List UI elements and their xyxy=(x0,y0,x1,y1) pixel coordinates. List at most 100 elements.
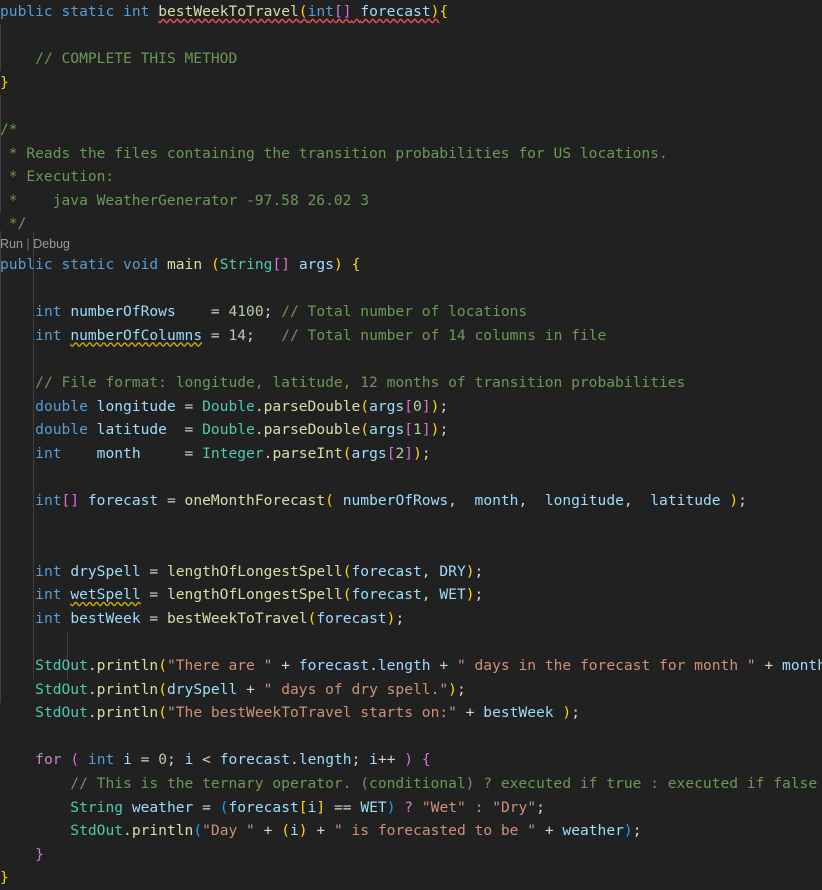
token-const-dry: DRY xyxy=(439,562,466,580)
code-line-6[interactable]: /* xyxy=(0,118,822,142)
code-line-14[interactable]: int numberOfColumns = 14; // Total numbe… xyxy=(0,324,822,348)
code-line-21[interactable]: int[] forecast = oneMonthForecast( numbe… xyxy=(0,489,822,513)
code-line-27[interactable] xyxy=(0,630,822,654)
code-line-28[interactable]: StdOut.println("There are " + forecast.l… xyxy=(0,654,822,678)
code-line-36[interactable]: } xyxy=(0,843,822,867)
code-line-34[interactable]: String weather = (forecast[i] == WET) ? … xyxy=(0,796,822,820)
code-line-8[interactable]: * Execution: xyxy=(0,165,822,189)
code-line-2[interactable] xyxy=(0,24,822,48)
token-paren-open: ( xyxy=(210,255,220,273)
token-comment-block-java: * java WeatherGenerator -97.58 26.02 3 xyxy=(0,191,370,209)
code-line-9[interactable]: * java WeatherGenerator -97.58 26.02 3 xyxy=(0,189,822,213)
token-bracket-close: ] xyxy=(316,798,326,816)
code-line-22[interactable] xyxy=(0,512,822,536)
token-bracket-open: [] xyxy=(333,3,352,20)
token-var-weather: weather xyxy=(562,822,624,840)
token-dot: . xyxy=(87,704,97,722)
code-line-17[interactable]: double longitude = Double.parseDouble(ar… xyxy=(0,395,822,419)
code-line-33[interactable]: // This is the ternary operator. (condit… xyxy=(0,772,822,796)
token-var-wetspell: wetSpell xyxy=(70,586,141,604)
token-keyword-int: int xyxy=(307,3,334,20)
codelens-bar[interactable]: Run | Debug xyxy=(0,236,822,253)
token-dot: . xyxy=(123,822,132,840)
token-prop-length: length xyxy=(298,751,352,769)
codelens-run-link[interactable]: Run xyxy=(0,237,23,251)
code-line-23[interactable] xyxy=(0,536,822,560)
code-line-3[interactable]: // COMPLETE THIS METHOD xyxy=(0,47,822,71)
code-editor[interactable]: public static int bestWeekToTravel(int[]… xyxy=(0,0,822,886)
token-space: = xyxy=(140,586,167,604)
token-class-stdout: StdOut xyxy=(70,822,124,840)
token-comment-block-close: */ xyxy=(0,215,27,233)
token-ternary-question: ? xyxy=(404,798,414,816)
token-method-main: main xyxy=(166,255,203,273)
code-line-20[interactable] xyxy=(0,465,822,489)
code-line-16[interactable]: // File format: longitude, latitude, 12 … xyxy=(0,371,822,395)
code-line-18[interactable]: double latitude = Double.parseDouble(arg… xyxy=(0,418,822,442)
code-line-5[interactable] xyxy=(0,94,822,118)
token-paren-open: ( xyxy=(298,3,308,20)
token-plus: + xyxy=(307,822,334,840)
code-line-25[interactable]: int wetSpell = lengthOfLongestSpell(fore… xyxy=(0,583,822,607)
token-ternary-colon: : xyxy=(474,798,484,816)
code-line-35[interactable]: StdOut.println("Day " + (i) + " is forec… xyxy=(0,819,822,843)
token-bracket-pair: [] xyxy=(61,491,80,509)
token-paren-close: ) xyxy=(298,822,308,840)
code-line-19[interactable]: int month = Integer.parseInt(args[2]); xyxy=(0,442,822,466)
token-var-dryspell: drySpell xyxy=(70,562,141,580)
code-line-24[interactable]: int drySpell = lengthOfLongestSpell(fore… xyxy=(0,560,822,584)
code-line-29[interactable]: StdOut.println(drySpell + " days of dry … xyxy=(0,678,822,702)
token-method-parsedouble: parseDouble xyxy=(263,421,361,439)
code-line-11[interactable]: public static void main (String[] args) … xyxy=(0,253,822,277)
token-method-println: println xyxy=(96,680,159,698)
code-line-15[interactable] xyxy=(0,347,822,371)
code-line-30[interactable]: StdOut.println("The bestWeekToTravel sta… xyxy=(0,701,822,725)
code-line-10[interactable]: */ xyxy=(0,212,822,236)
token-method-bestweektotravel: bestWeekToTravel xyxy=(158,3,299,20)
code-line-37[interactable]: } xyxy=(0,866,822,890)
code-line-12[interactable] xyxy=(0,277,822,301)
code-line-26[interactable]: int bestWeek = bestWeekToTravel(forecast… xyxy=(0,607,822,631)
token-space: = xyxy=(175,303,229,321)
code-line-31[interactable] xyxy=(0,725,822,749)
token-dot: . xyxy=(254,397,264,415)
token-var-i: i xyxy=(307,798,317,816)
token-method-lengthoflongestspell: lengthOfLongestSpell xyxy=(166,586,343,604)
token-method-lengthoflongestspell: lengthOfLongestSpell xyxy=(166,562,343,580)
code-line-7[interactable]: * Reads the files containing the transit… xyxy=(0,142,822,166)
codelens-debug-link[interactable]: Debug xyxy=(33,237,70,251)
token-keyword-static: static xyxy=(61,3,115,20)
token-semicolon: ; xyxy=(474,562,484,580)
token-keyword-public: public xyxy=(0,3,53,20)
token-class-double: Double xyxy=(202,397,255,415)
token-keyword-int: int xyxy=(35,303,62,321)
token-method-println: println xyxy=(96,704,159,722)
code-lines[interactable]: public static int bestWeekToTravel(int[]… xyxy=(0,0,822,890)
token-paren-close: ) xyxy=(448,680,457,698)
token-var-month: month xyxy=(782,657,822,675)
token-var-numberofrows: numberOfRows xyxy=(70,303,176,321)
token-var-forecast: forecast xyxy=(87,491,159,509)
token-class-double: Double xyxy=(202,421,255,439)
token-paren-close: ) xyxy=(729,491,739,509)
token-paren-close: ) xyxy=(333,255,343,273)
token-space: = xyxy=(166,421,203,439)
code-line-4[interactable]: } xyxy=(0,71,822,95)
token-paren-open: ( xyxy=(342,586,352,604)
token-plus: + xyxy=(430,657,457,675)
code-line-13[interactable]: int numberOfRows = 4100; // Total number… xyxy=(0,300,822,324)
code-line-32[interactable]: for ( int i = 0; i < forecast.length; i+… xyxy=(0,748,822,772)
token-param-args: args xyxy=(298,255,334,273)
code-line-1[interactable]: public static int bestWeekToTravel(int[]… xyxy=(0,0,822,24)
token-method-onemonthforecast: oneMonthForecast xyxy=(184,491,326,509)
